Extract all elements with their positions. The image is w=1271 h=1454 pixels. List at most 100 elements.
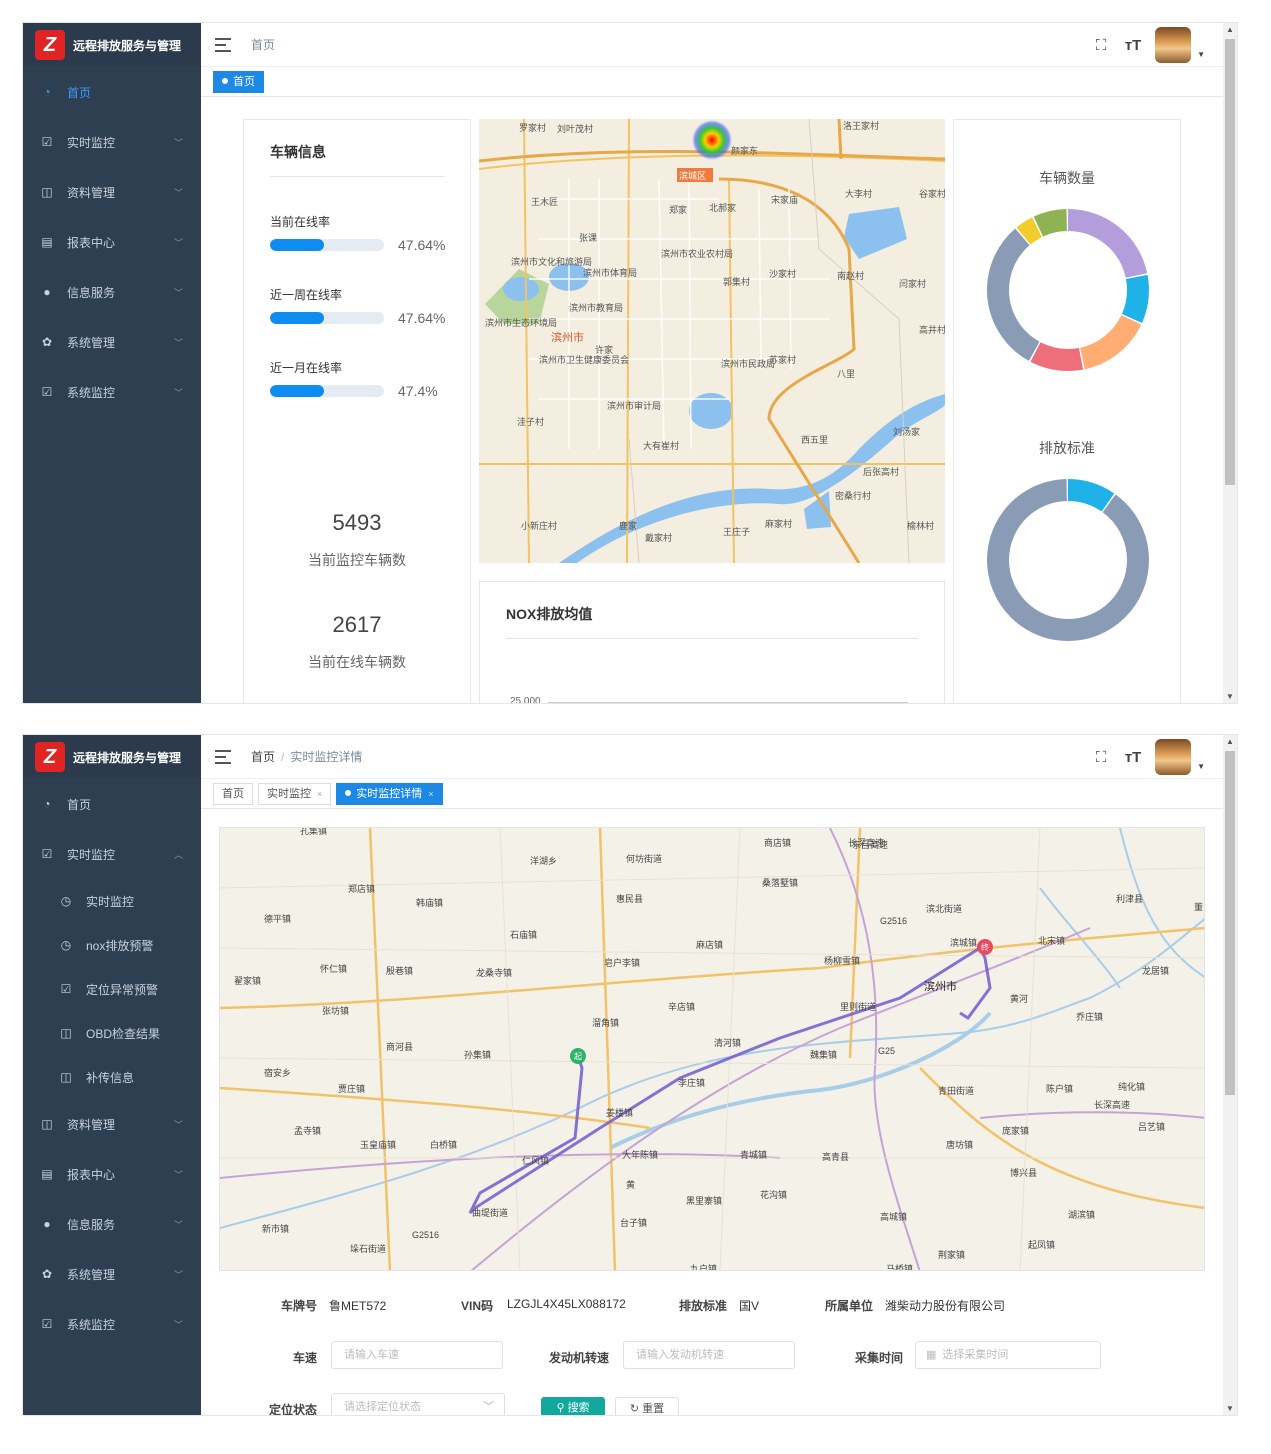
map-label: 张课 bbox=[579, 233, 597, 243]
monitored-count: 5493 bbox=[332, 510, 382, 535]
menu-toggle-icon[interactable] bbox=[215, 749, 231, 764]
sidebar-item-label: 信息服务 bbox=[67, 285, 116, 300]
map-label: 黄河 bbox=[1010, 993, 1028, 1004]
scroll-up-icon[interactable]: ▲ bbox=[1223, 737, 1237, 746]
map-label: 吕艺镇 bbox=[1138, 1121, 1165, 1132]
sidebar-item-label: 报表中心 bbox=[67, 235, 116, 250]
breadcrumb-home[interactable]: 首页 bbox=[251, 750, 275, 764]
breadcrumb[interactable]: 首页 bbox=[251, 36, 275, 53]
map-label: 鹿家 bbox=[619, 520, 637, 531]
emission-standard-segment-1[interactable] bbox=[987, 479, 1149, 641]
sidebar-item-realtime[interactable]: ☑ 实时监控 ﹀ bbox=[23, 117, 201, 167]
vehicle-heat-map[interactable]: 罗家村 刘叶茂村 洛王家村 颜家东 滨城区 王木匠 郑家 北郝家 宋家庙 大李村 谷家村 张课 滨州市文… bbox=[479, 119, 945, 563]
close-icon[interactable]: × bbox=[317, 789, 322, 799]
globe-icon: ● bbox=[43, 1217, 51, 1231]
sidebar-item-label: 定位异常预警 bbox=[86, 982, 159, 997]
sidebar-item-sysmonitor[interactable]: ☑ 系统监控 ﹀ bbox=[23, 1299, 201, 1349]
online-rate-current: 当前在线率 47.64% bbox=[270, 213, 445, 286]
speed-input[interactable]: 请输入车速 bbox=[331, 1341, 503, 1369]
chevron-down-icon[interactable]: ▼ bbox=[1197, 762, 1205, 771]
scroll-down-icon[interactable]: ▼ bbox=[1223, 692, 1237, 701]
map-label: 高城镇 bbox=[880, 1211, 907, 1222]
font-size-icon[interactable]: тТ bbox=[1123, 749, 1143, 766]
vehicle-count-donut[interactable] bbox=[954, 190, 1182, 380]
vin-value: LZGJL4X45LX088172 bbox=[507, 1297, 626, 1311]
font-size-icon[interactable]: тТ bbox=[1123, 37, 1143, 54]
map-label: 龙居镇 bbox=[1142, 965, 1169, 976]
sidebar-item-system[interactable]: ✿ 系统管理 ﹀ bbox=[23, 1249, 201, 1299]
rate-value: 47.4% bbox=[398, 383, 438, 399]
emission-standard-donut[interactable] bbox=[954, 460, 1182, 650]
rpm-input[interactable]: 请输入发动机转速 bbox=[623, 1341, 795, 1369]
sidebar-subitem-location-warning[interactable]: ☑ 定位异常预警 bbox=[23, 967, 201, 1011]
app-logo[interactable]: Z 远程排放服务与管理 bbox=[23, 735, 201, 779]
sidebar-subitem-resend[interactable]: ◫ 补传信息 bbox=[23, 1055, 201, 1099]
page-scrollbar[interactable]: ▲ ▼ bbox=[1223, 23, 1237, 703]
route-map[interactable]: 孔集镇 洋湖乡 何坊街道 商店镇 长深高速 郑店镇 韩庙镇 惠民县 桑落墅镇 德平镇 利津县董 滨北街… bbox=[219, 827, 1205, 1271]
map-label: 利津县 bbox=[1116, 893, 1143, 904]
map-label: 大李村 bbox=[845, 188, 872, 199]
reset-button[interactable]: ↻ 重置 bbox=[615, 1397, 679, 1415]
dashboard-icon: ◔ bbox=[43, 85, 51, 99]
time-picker[interactable]: ▦ 选择采集时间 bbox=[915, 1341, 1101, 1369]
globe-icon: ● bbox=[43, 285, 51, 299]
scroll-thumb[interactable] bbox=[1225, 751, 1235, 1095]
sidebar-item-report[interactable]: ▤ 报表中心 ﹀ bbox=[23, 1149, 201, 1199]
sidebar-item-info[interactable]: ● 信息服务 ﹀ bbox=[23, 267, 201, 317]
map-label: 东吕高速 bbox=[852, 839, 888, 850]
tab-bar: 首页 bbox=[201, 67, 1223, 97]
sidebar-item-label: 报表中心 bbox=[67, 1167, 116, 1182]
map-label: 纯化镇 bbox=[1118, 1081, 1145, 1092]
fullscreen-icon[interactable]: ⛶ bbox=[1091, 37, 1111, 54]
tab-home[interactable]: 首页 bbox=[213, 782, 253, 805]
tab-home[interactable]: 首页 bbox=[213, 70, 264, 93]
logo-mark: Z bbox=[35, 30, 65, 60]
gps-select[interactable]: 请选择定位状态 ﹀ bbox=[331, 1393, 505, 1415]
nox-panel: NOX排放均值 25,000 bbox=[479, 581, 945, 703]
avatar[interactable] bbox=[1155, 27, 1192, 63]
route-start-marker[interactable]: 起 bbox=[570, 1048, 586, 1064]
page-scrollbar[interactable]: ▲ ▼ bbox=[1223, 735, 1237, 1415]
map-label: 商河县 bbox=[386, 1041, 413, 1052]
book-icon: ◫ bbox=[41, 185, 53, 199]
sidebar-item-info[interactable]: ● 信息服务 ﹀ bbox=[23, 1199, 201, 1249]
sidebar-subitem-realtime[interactable]: ◷ 实时监控 bbox=[23, 879, 201, 923]
chevron-down-icon[interactable]: ▼ bbox=[1197, 50, 1205, 59]
menu-toggle-icon[interactable] bbox=[215, 37, 231, 52]
sidebar-item-data[interactable]: ◫ 资料管理 ﹀ bbox=[23, 1099, 201, 1149]
sidebar-item-system[interactable]: ✿ 系统管理 ﹀ bbox=[23, 317, 201, 367]
clock-icon: ◷ bbox=[60, 894, 72, 908]
app-logo[interactable]: Z 远程排放服务与管理 bbox=[23, 23, 201, 67]
sidebar-item-home[interactable]: ◔ 首页 bbox=[23, 67, 201, 117]
search-button[interactable]: ⚲ 搜索 bbox=[541, 1397, 605, 1415]
stats-panel: 车辆数量 排放标准 bbox=[953, 119, 1182, 703]
sidebar-item-home[interactable]: ◔ 首页 bbox=[23, 779, 201, 829]
fullscreen-icon[interactable]: ⛶ bbox=[1091, 749, 1111, 766]
sidebar-subitem-obd[interactable]: ◫ OBD检查结果 bbox=[23, 1011, 201, 1055]
sidebar-item-report[interactable]: ▤ 报表中心 ﹀ bbox=[23, 217, 201, 267]
map-label: 苏家村 bbox=[769, 354, 796, 365]
scroll-thumb[interactable] bbox=[1225, 39, 1235, 485]
map-label: 洛王家村 bbox=[843, 120, 879, 131]
avatar[interactable] bbox=[1155, 739, 1192, 775]
rate-label: 当前在线率 bbox=[270, 215, 331, 229]
chevron-down-icon: ﹀ bbox=[173, 287, 183, 298]
scroll-down-icon[interactable]: ▼ bbox=[1223, 1404, 1237, 1413]
tab-realtime[interactable]: 实时监控 × bbox=[258, 782, 332, 805]
close-icon[interactable]: × bbox=[428, 789, 433, 799]
sidebar-item-data[interactable]: ◫ 资料管理 ﹀ bbox=[23, 167, 201, 217]
route-end-marker[interactable]: 终 bbox=[977, 939, 993, 955]
map-label: 垛石街道 bbox=[350, 1243, 386, 1254]
map-label: 滨城区 bbox=[679, 170, 706, 181]
sidebar-item-realtime[interactable]: ☑ 实时监控 ︿ bbox=[23, 829, 201, 879]
chevron-down-icon: ﹀ bbox=[173, 1119, 183, 1130]
map-label: 滨州市卫生健康委员会 bbox=[539, 354, 629, 365]
filter-row-1: 车速 请输入车速 发动机转速 请输入发动机转速 采集时间 ▦ 选择采集时间 bbox=[201, 1341, 1223, 1371]
main-area: 首页 ⛶ тТ ▼ 首页 车辆信息 当前在线率 47.64% 近一周在线率 47… bbox=[201, 23, 1223, 703]
app-title: 远程排放服务与管理 bbox=[73, 750, 182, 765]
map-label: 里则街道 bbox=[840, 1001, 876, 1012]
tab-realtime-detail[interactable]: 实时监控详情 × bbox=[336, 782, 443, 805]
scroll-up-icon[interactable]: ▲ bbox=[1223, 25, 1237, 34]
sidebar-item-sysmonitor[interactable]: ☑ 系统监控 ﹀ bbox=[23, 367, 201, 417]
sidebar-subitem-nox-warning[interactable]: ◷ nox排放预警 bbox=[23, 923, 201, 967]
